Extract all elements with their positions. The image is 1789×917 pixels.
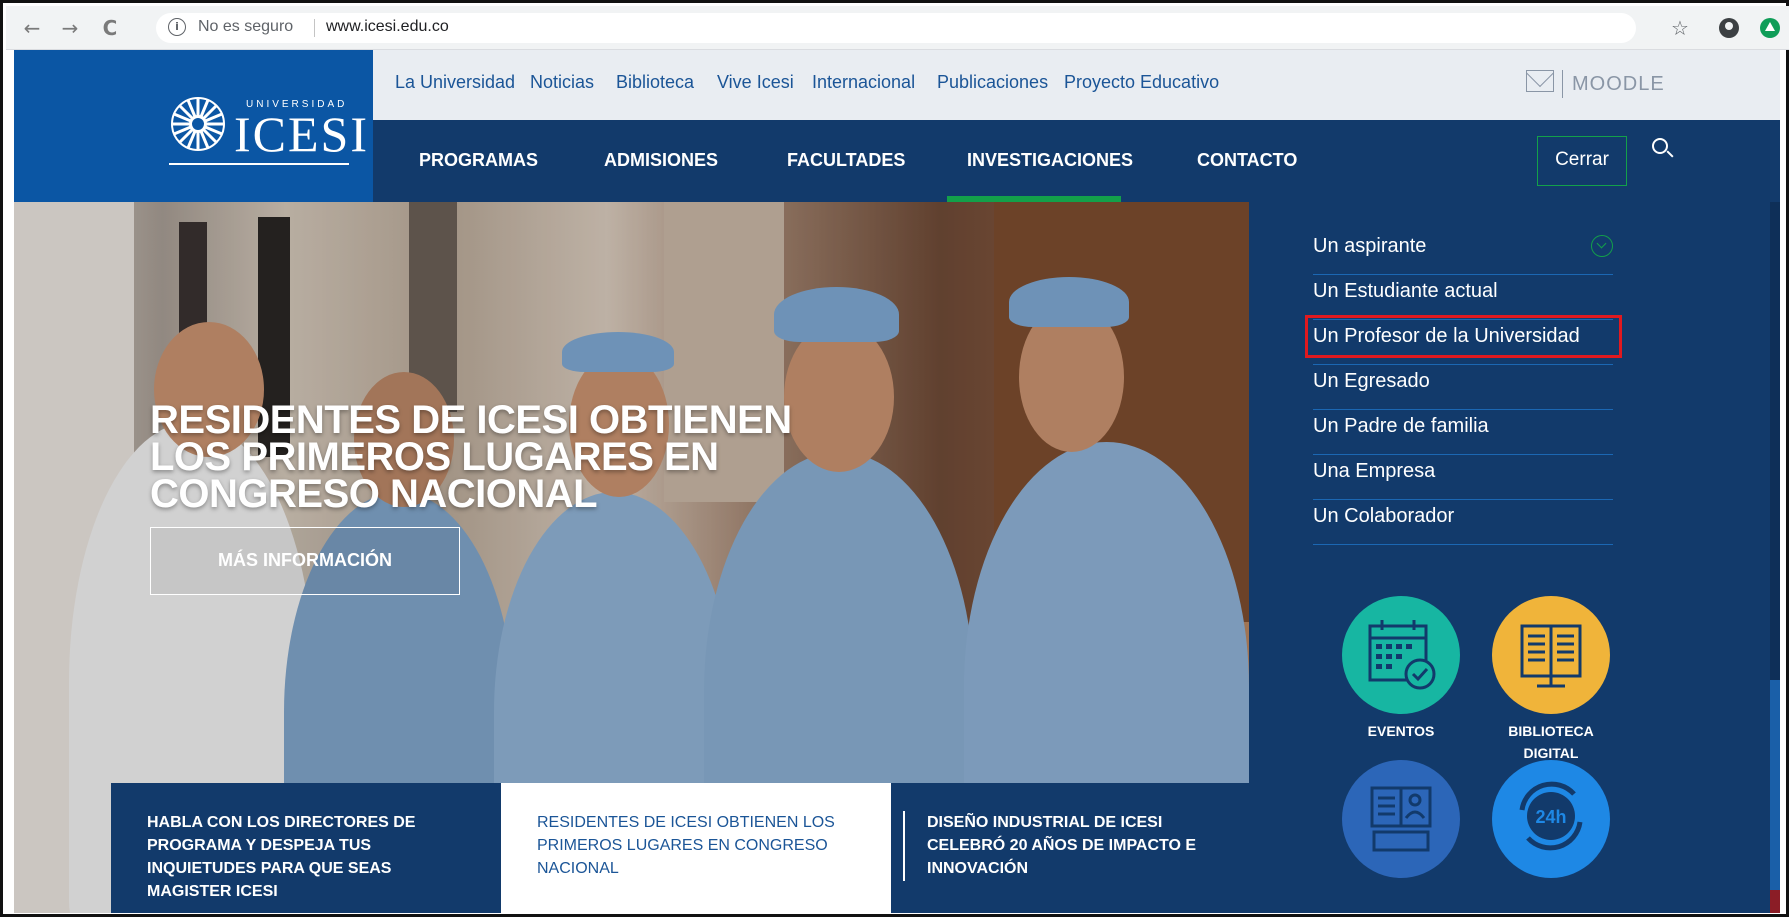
nav-noticias[interactable]: Noticias: [530, 72, 594, 93]
moodle-divider: [1562, 70, 1563, 98]
news-item-active[interactable]: RESIDENTES DE ICESI OBTIENEN LOS PRIMERO…: [501, 783, 891, 913]
menu-item-egresado[interactable]: Un Egresado: [1313, 360, 1613, 410]
24h-text: 24h: [1535, 807, 1566, 827]
profile-menu-panel: Un aspirante Un Estudiante actual Un Pro…: [1249, 202, 1780, 913]
nav-vive-icesi[interactable]: Vive Icesi: [717, 72, 794, 93]
screenshot-frame: ← → C i No es seguro www.icesi.edu.co ☆: [0, 0, 1789, 917]
calendar-check-icon: [1368, 620, 1436, 690]
close-menu-button[interactable]: Cerrar: [1537, 136, 1627, 186]
nav-programas[interactable]: PROGRAMAS: [419, 150, 538, 171]
mail-icon[interactable]: [1526, 70, 1554, 92]
hero-banner[interactable]: RESIDENTES DE ICESI OBTIENEN LOS PRIMERO…: [14, 202, 1249, 913]
nav-la-universidad[interactable]: La Universidad: [395, 72, 515, 93]
directory-tile[interactable]: [1342, 760, 1460, 878]
nav-biblioteca[interactable]: Biblioteca: [616, 72, 694, 93]
nav-investigaciones[interactable]: INVESTIGACIONES: [967, 150, 1133, 171]
search-icon[interactable]: [1652, 138, 1668, 154]
logo[interactable]: UNIVERSIDAD ICESI: [14, 50, 373, 202]
reload-icon[interactable]: C: [98, 16, 122, 40]
forward-icon[interactable]: →: [58, 16, 82, 40]
directory-icon: [1370, 786, 1432, 852]
website: UNIVERSIDAD ICESI La Universidad Noticia…: [14, 50, 1780, 913]
events-tile[interactable]: [1342, 596, 1460, 714]
nav-facultades[interactable]: FACULTADES: [787, 150, 905, 171]
digital-library-tile[interactable]: [1492, 596, 1610, 714]
chevron-down-icon[interactable]: [1591, 235, 1613, 257]
highlight-box: [1305, 315, 1622, 358]
address-bar[interactable]: i No es seguro www.icesi.edu.co: [156, 13, 1636, 43]
menu-item-colaborador[interactable]: Un Colaborador: [1313, 495, 1613, 545]
scrollbar-marker: [1770, 890, 1780, 913]
browser-toolbar: ← → C i No es seguro www.icesi.edu.co ☆: [6, 6, 1789, 50]
menu-item-empresa[interactable]: Una Empresa: [1313, 450, 1613, 500]
address-divider: [314, 19, 315, 37]
news-item[interactable]: DISEÑO INDUSTRIAL DE ICESI CELEBRÓ 20 AÑ…: [891, 783, 1249, 913]
24h-tile[interactable]: 24h: [1492, 760, 1610, 878]
bookmark-star-icon[interactable]: ☆: [1671, 16, 1689, 40]
main-nav: PROGRAMAS ADMISIONES FACULTADES INVESTIG…: [373, 120, 1780, 202]
hero-title: RESIDENTES DE ICESI OBTIENEN LOS PRIMERO…: [150, 398, 792, 516]
back-icon[interactable]: ←: [20, 16, 44, 40]
news-item[interactable]: HABLA CON LOS DIRECTORES DE PROGRAMA Y D…: [111, 783, 501, 913]
university-emblem-icon: [171, 97, 225, 151]
menu-item-aspirante[interactable]: Un aspirante: [1313, 225, 1613, 275]
nav-admisiones[interactable]: ADMISIONES: [604, 150, 718, 171]
24h-icon: 24h: [1519, 781, 1583, 851]
info-icon[interactable]: i: [168, 18, 186, 36]
digital-library-label: BIBLIOTECA DIGITAL: [1508, 723, 1594, 761]
events-label: EVENTOS: [1367, 723, 1435, 739]
security-status: No es seguro: [198, 18, 294, 35]
url-text[interactable]: www.icesi.edu.co: [326, 18, 449, 36]
book-icon: [1520, 624, 1582, 688]
account-icon[interactable]: [1719, 18, 1739, 38]
nav-publicaciones[interactable]: Publicaciones: [937, 72, 1048, 93]
moodle-link[interactable]: MOODLE: [1572, 73, 1665, 96]
nav-proyecto-educativo[interactable]: Proyecto Educativo: [1064, 72, 1219, 93]
logo-underline: [169, 163, 349, 165]
menu-item-estudiante[interactable]: Un Estudiante actual: [1313, 270, 1613, 320]
more-info-button[interactable]: MÁS INFORMACIÓN: [150, 527, 460, 595]
secondary-nav: La Universidad Noticias Biblioteca Vive …: [373, 50, 1780, 120]
extension-icon[interactable]: [1760, 18, 1780, 38]
nav-contacto[interactable]: CONTACTO: [1197, 150, 1297, 171]
scrollbar-thumb[interactable]: [1770, 680, 1780, 913]
nav-internacional[interactable]: Internacional: [812, 72, 915, 93]
news-strip: HABLA CON LOS DIRECTORES DE PROGRAMA Y D…: [111, 783, 1249, 913]
menu-item-padre[interactable]: Un Padre de familia: [1313, 405, 1613, 455]
logo-icesi-text: ICESI: [234, 106, 369, 162]
